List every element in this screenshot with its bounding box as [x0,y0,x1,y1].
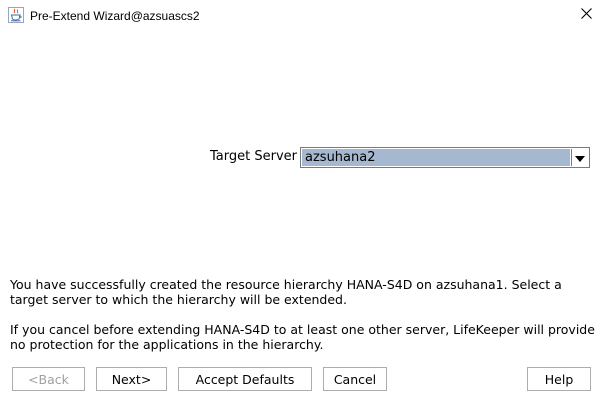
title-bar[interactable]: Pre-Extend Wizard@azsuascs2 [0,0,603,31]
wizard-content: Target Server azsuhana2 You have success… [1,31,602,400]
accept-defaults-button[interactable]: Accept Defaults [178,367,312,391]
cancel-button[interactable]: Cancel [323,367,387,391]
target-server-label: Target Server [210,149,297,164]
chevron-down-icon [575,151,585,165]
dropdown-arrow-button[interactable] [571,149,588,166]
cancel-warning-message: If you cancel before extending HANA-S4D … [10,322,595,352]
target-server-dropdown[interactable]: azsuhana2 [300,147,590,168]
help-button[interactable]: Help [527,367,591,391]
close-button[interactable] [575,4,597,26]
back-button[interactable]: <Back [12,367,85,391]
next-button[interactable]: Next> [96,367,167,391]
pre-extend-wizard-window: Pre-Extend Wizard@azsuascs2 Target Serve… [0,0,603,401]
close-icon [580,8,592,22]
java-cup-icon [8,7,24,23]
success-message: You have successfully created the resour… [10,277,562,307]
window-title: Pre-Extend Wizard@azsuascs2 [30,9,200,23]
target-server-selected-value: azsuhana2 [302,149,570,166]
